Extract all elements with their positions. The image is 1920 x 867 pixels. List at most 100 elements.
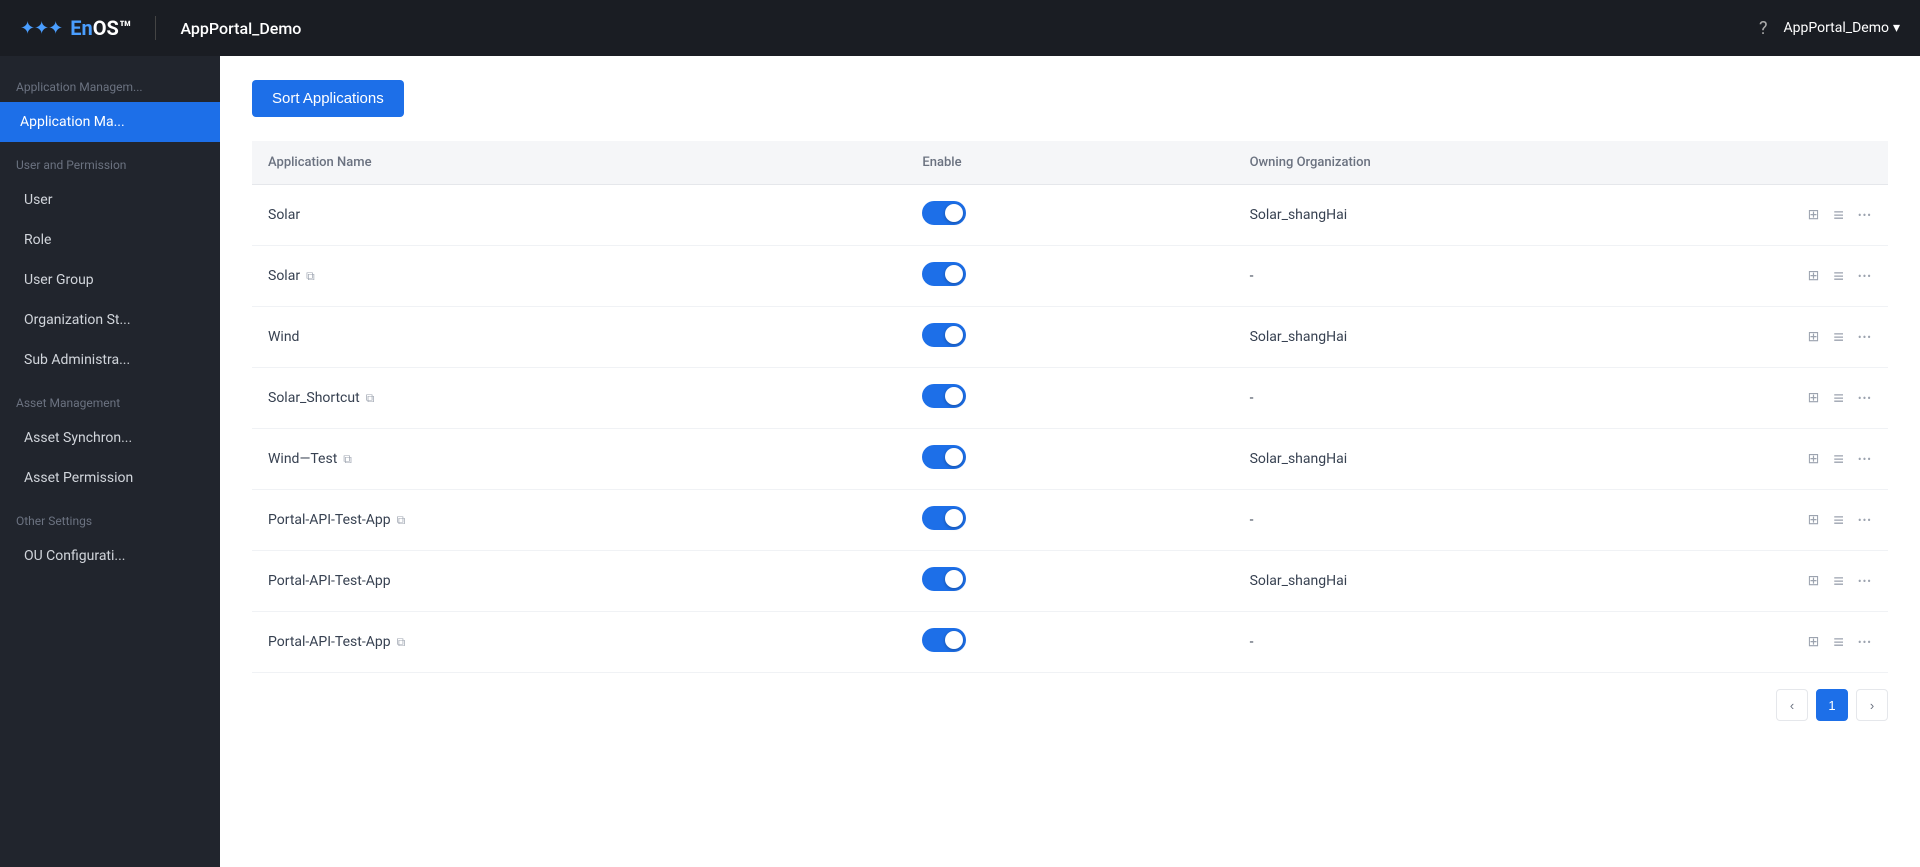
grid-view-icon[interactable]: ⊞ bbox=[1808, 268, 1820, 284]
org-cell: - bbox=[1234, 490, 1643, 551]
enable-toggle[interactable] bbox=[922, 262, 966, 286]
actions-cell: ⊞ ≡ ••• bbox=[1643, 551, 1888, 612]
sidebar-item-asset-sync[interactable]: Asset Synchron... bbox=[0, 418, 220, 458]
row-actions: ⊞ ≡ ••• bbox=[1659, 327, 1872, 348]
row-actions: ⊞ ≡ ••• bbox=[1659, 571, 1872, 592]
app-name-label: Portal-API-Test-App bbox=[268, 573, 391, 589]
table-row: WindSolar_shangHai ⊞ ≡ ••• bbox=[252, 307, 1888, 368]
row-actions: ⊞ ≡ ••• bbox=[1659, 449, 1872, 470]
grid-view-icon[interactable]: ⊞ bbox=[1808, 390, 1820, 406]
grid-view-icon[interactable]: ⊞ bbox=[1808, 512, 1820, 528]
sidebar-section-other: Other Settings bbox=[0, 498, 220, 536]
logo-area: ✦✦✦ EnOS™ bbox=[20, 16, 131, 40]
sidebar-item-user-group[interactable]: User Group bbox=[0, 260, 220, 300]
more-options-icon[interactable]: ••• bbox=[1858, 270, 1872, 283]
more-options-icon[interactable]: ••• bbox=[1858, 575, 1872, 588]
pagination-page-1[interactable]: 1 bbox=[1816, 689, 1848, 721]
external-link-icon[interactable]: ⧉ bbox=[397, 635, 406, 649]
sidebar-section-asset: Asset Management bbox=[0, 380, 220, 418]
grid-view-icon[interactable]: ⊞ bbox=[1808, 207, 1820, 223]
header-right: ? AppPortal_Demo ▾ bbox=[1759, 18, 1900, 39]
col-header-enable: Enable bbox=[906, 141, 1233, 185]
external-link-icon[interactable]: ⧉ bbox=[366, 391, 375, 405]
enable-toggle[interactable] bbox=[922, 323, 966, 347]
actions-cell: ⊞ ≡ ••• bbox=[1643, 246, 1888, 307]
header-left: ✦✦✦ EnOS™ AppPortal_Demo bbox=[20, 16, 301, 40]
enable-toggle[interactable] bbox=[922, 567, 966, 591]
external-link-icon[interactable]: ⧉ bbox=[343, 452, 352, 466]
row-actions: ⊞ ≡ ••• bbox=[1659, 632, 1872, 653]
sort-applications-button[interactable]: Sort Applications bbox=[252, 80, 404, 117]
app-name-label: Portal-API-Test-App bbox=[268, 512, 391, 528]
row-actions: ⊞ ≡ ••• bbox=[1659, 388, 1872, 409]
sidebar-item-role[interactable]: Role bbox=[0, 220, 220, 260]
table-row: Portal-API-Test-App ⧉ - ⊞ ≡ ••• bbox=[252, 490, 1888, 551]
grid-view-icon[interactable]: ⊞ bbox=[1808, 634, 1820, 650]
app-name-label: Wind bbox=[268, 329, 299, 345]
pagination-next[interactable]: › bbox=[1856, 689, 1888, 721]
enable-cell bbox=[906, 246, 1233, 307]
list-view-icon[interactable]: ≡ bbox=[1833, 266, 1844, 287]
sidebar-section-user: User and Permission bbox=[0, 142, 220, 180]
sidebar: Application Managem... Application Ma...… bbox=[0, 56, 220, 867]
list-view-icon[interactable]: ≡ bbox=[1833, 510, 1844, 531]
user-menu[interactable]: AppPortal_Demo ▾ bbox=[1784, 20, 1901, 36]
help-icon[interactable]: ? bbox=[1759, 18, 1768, 39]
more-options-icon[interactable]: ••• bbox=[1858, 331, 1872, 344]
more-options-icon[interactable]: ••• bbox=[1858, 514, 1872, 527]
pagination-prev[interactable]: ‹ bbox=[1776, 689, 1808, 721]
logo-dots-icon: ✦✦✦ bbox=[20, 18, 62, 39]
more-options-icon[interactable]: ••• bbox=[1858, 453, 1872, 466]
sidebar-item-app-management[interactable]: Application Ma... bbox=[0, 102, 220, 142]
enable-toggle[interactable] bbox=[922, 628, 966, 652]
actions-cell: ⊞ ≡ ••• bbox=[1643, 185, 1888, 246]
app-name-cell: Wind—Test⧉ bbox=[252, 429, 906, 490]
app-name-cell: Solar ⧉ bbox=[252, 246, 906, 307]
enable-cell bbox=[906, 429, 1233, 490]
list-view-icon[interactable]: ≡ bbox=[1833, 632, 1844, 653]
enable-toggle[interactable] bbox=[922, 445, 966, 469]
enable-cell bbox=[906, 185, 1233, 246]
enable-toggle[interactable] bbox=[922, 384, 966, 408]
list-view-icon[interactable]: ≡ bbox=[1833, 449, 1844, 470]
main-content: Sort Applications Application Name Enabl… bbox=[220, 56, 1920, 867]
grid-view-icon[interactable]: ⊞ bbox=[1808, 573, 1820, 589]
table-row: Solar⧉- ⊞ ≡ ••• bbox=[252, 246, 1888, 307]
app-name-cell: Portal-API-Test-App ⧉ bbox=[252, 490, 906, 551]
sidebar-item-org-structure[interactable]: Organization St... bbox=[0, 300, 220, 340]
list-view-icon[interactable]: ≡ bbox=[1833, 327, 1844, 348]
list-view-icon[interactable]: ≡ bbox=[1833, 571, 1844, 592]
sidebar-section-app: Application Managem... bbox=[0, 64, 220, 102]
grid-view-icon[interactable]: ⊞ bbox=[1808, 451, 1820, 467]
portal-name: AppPortal_Demo bbox=[180, 19, 301, 38]
enable-toggle[interactable] bbox=[922, 201, 966, 225]
list-view-icon[interactable]: ≡ bbox=[1833, 388, 1844, 409]
app-name-label: Solar bbox=[268, 268, 300, 284]
enable-cell bbox=[906, 307, 1233, 368]
sidebar-item-sub-admin[interactable]: Sub Administra... bbox=[0, 340, 220, 380]
actions-cell: ⊞ ≡ ••• bbox=[1643, 429, 1888, 490]
external-link-icon[interactable]: ⧉ bbox=[397, 513, 406, 527]
col-header-actions bbox=[1643, 141, 1888, 185]
more-options-icon[interactable]: ••• bbox=[1858, 392, 1872, 405]
org-cell: Solar_shangHai bbox=[1234, 185, 1643, 246]
sidebar-item-user[interactable]: User bbox=[0, 180, 220, 220]
row-actions: ⊞ ≡ ••• bbox=[1659, 510, 1872, 531]
pagination: ‹ 1 › bbox=[252, 673, 1888, 721]
list-view-icon[interactable]: ≡ bbox=[1833, 205, 1844, 226]
app-name-cell: Portal-API-Test-App bbox=[252, 551, 906, 612]
app-name-label: Portal-API-Test-App bbox=[268, 634, 391, 650]
enable-toggle[interactable] bbox=[922, 506, 966, 530]
org-cell: - bbox=[1234, 368, 1643, 429]
sidebar-item-asset-permission[interactable]: Asset Permission bbox=[0, 458, 220, 498]
grid-view-icon[interactable]: ⊞ bbox=[1808, 329, 1820, 345]
logo-en: En bbox=[70, 16, 92, 40]
app-name-cell: Solar bbox=[252, 185, 906, 246]
more-options-icon[interactable]: ••• bbox=[1858, 636, 1872, 649]
actions-cell: ⊞ ≡ ••• bbox=[1643, 490, 1888, 551]
app-name-cell: Solar_Shortcut⧉ bbox=[252, 368, 906, 429]
more-options-icon[interactable]: ••• bbox=[1858, 209, 1872, 222]
sidebar-item-ou-config[interactable]: OU Configurati... bbox=[0, 536, 220, 576]
external-link-icon[interactable]: ⧉ bbox=[306, 269, 315, 283]
org-cell: Solar_shangHai bbox=[1234, 551, 1643, 612]
